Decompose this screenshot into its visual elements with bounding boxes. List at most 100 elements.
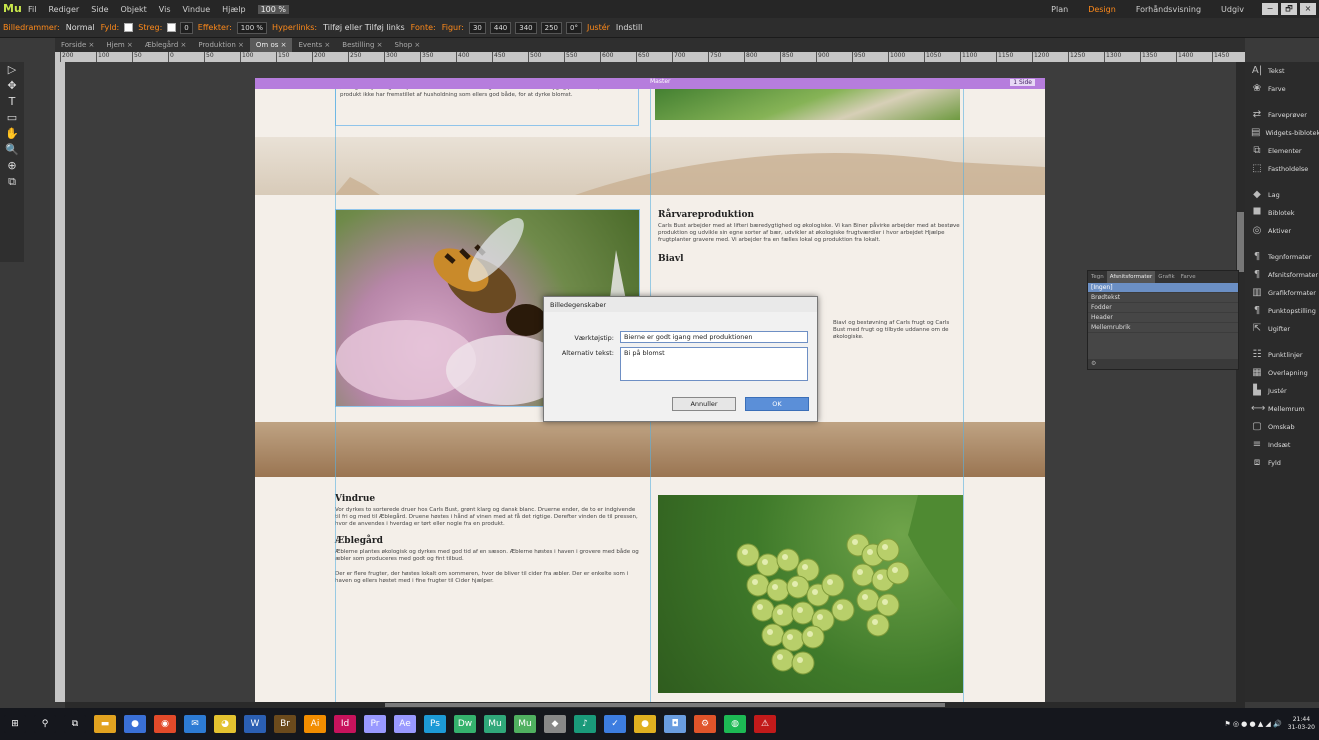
- menu-item[interactable]: Side: [85, 5, 114, 14]
- taskbar-app-icon[interactable]: ◍: [724, 715, 746, 733]
- zoom-select[interactable]: 100 %: [257, 4, 289, 14]
- tool-icon[interactable]: T: [0, 94, 24, 110]
- panel-item[interactable]: ❀ Farve: [1245, 80, 1319, 98]
- horizontal-scroll-thumb[interactable]: [385, 703, 945, 707]
- panel-item[interactable]: ≡ Indsæt: [1245, 436, 1319, 454]
- taskbar-app-icon[interactable]: ●: [634, 715, 656, 733]
- taskbar-app-icon[interactable]: ◆: [544, 715, 566, 733]
- taskbar-app-icon[interactable]: ⚲: [34, 715, 56, 733]
- taskbar-app-icon[interactable]: ⊞: [4, 715, 26, 733]
- tool-icon[interactable]: ⊕: [0, 158, 24, 174]
- mode-0[interactable]: Plan: [1041, 5, 1078, 14]
- taskbar-app-icon[interactable]: Id: [334, 715, 356, 733]
- vindrue-text-frame[interactable]: Vindrue Vor dyrkes to sorterede druer ho…: [335, 494, 640, 664]
- taskbar-app-icon[interactable]: ▬: [94, 715, 116, 733]
- doc-tab[interactable]: Om os ×: [249, 38, 293, 52]
- vertical-scrollbar[interactable]: [1236, 62, 1245, 702]
- numeric-field[interactable]: 250: [540, 21, 562, 34]
- cancel-button[interactable]: Annuller: [672, 397, 736, 411]
- taskbar-app-icon[interactable]: ◉: [154, 715, 176, 733]
- alt-text-input[interactable]: Bi på blomst: [620, 347, 808, 381]
- panel-item[interactable]: ⧉ Elementer: [1245, 142, 1319, 160]
- panel-item[interactable]: ¶ Punktopstilling: [1245, 302, 1319, 320]
- mode-2[interactable]: Forhåndsvisning: [1126, 5, 1211, 14]
- tool-icon[interactable]: ✋: [0, 126, 24, 142]
- style-row[interactable]: Fodder: [1088, 303, 1238, 313]
- numeric-field[interactable]: 440: [489, 21, 512, 34]
- mode-3[interactable]: Udgiv: [1211, 5, 1254, 14]
- color-swatch[interactable]: [167, 23, 177, 32]
- panel-item[interactable]: ⇱ Ugifter: [1245, 320, 1319, 338]
- doc-tab[interactable]: Shop ×: [389, 38, 427, 52]
- panel-item[interactable]: ¶ Tegnformater: [1245, 248, 1319, 266]
- maximize-button[interactable]: 🗗: [1281, 3, 1297, 15]
- numeric-field[interactable]: 30: [468, 21, 486, 34]
- mode-1[interactable]: Design: [1078, 5, 1126, 14]
- panel-item[interactable]: ▢ Omskab: [1245, 418, 1319, 436]
- ok-button[interactable]: OK: [745, 397, 809, 411]
- styles-tab[interactable]: Grafik: [1155, 271, 1178, 283]
- panel-item[interactable]: ▥ Grafikformater: [1245, 284, 1319, 302]
- tool-icon[interactable]: ⧉: [0, 174, 24, 190]
- grapes-image[interactable]: [658, 495, 963, 693]
- numeric-field[interactable]: 0°: [566, 21, 582, 34]
- doc-tab[interactable]: Events ×: [292, 38, 336, 52]
- tool-icon[interactable]: ✥: [0, 78, 24, 94]
- doc-tab[interactable]: Produktion ×: [192, 38, 250, 52]
- panel-item[interactable]: ⟷ Mellemrum: [1245, 400, 1319, 418]
- numeric-field[interactable]: 100 %: [236, 21, 268, 34]
- control-value[interactable]: Tilføj eller Tilføj links: [320, 23, 408, 32]
- menu-item[interactable]: Hjælp: [216, 5, 251, 14]
- doc-tab[interactable]: Forside ×: [55, 38, 100, 52]
- menu-item[interactable]: Objekt: [115, 5, 153, 14]
- taskbar-app-icon[interactable]: Dw: [454, 715, 476, 733]
- taskbar-app-icon[interactable]: ⧉: [64, 715, 86, 733]
- menu-item[interactable]: Vindue: [176, 5, 216, 14]
- control-value[interactable]: Normal: [63, 23, 98, 32]
- doc-tab[interactable]: Æblegård ×: [139, 38, 193, 52]
- taskbar-app-icon[interactable]: ✓: [604, 715, 626, 733]
- panel-item[interactable]: ▤ Widgets-biblotek: [1245, 124, 1319, 142]
- taskbar-app-icon[interactable]: ✉: [184, 715, 206, 733]
- menu-item[interactable]: Rediger: [42, 5, 85, 14]
- tool-icon[interactable]: ▭: [0, 110, 24, 126]
- clock[interactable]: 21:44 31-03-20: [1288, 716, 1315, 732]
- color-swatch[interactable]: [124, 23, 134, 32]
- taskbar-app-icon[interactable]: ●: [124, 715, 146, 733]
- taskbar-app-icon[interactable]: ◘: [664, 715, 686, 733]
- minimize-button[interactable]: −: [1262, 3, 1278, 15]
- panel-item[interactable]: ⇄ Farveprøver: [1245, 106, 1319, 124]
- panel-item[interactable]: A| Tekst: [1245, 62, 1319, 80]
- control-value[interactable]: Indstill: [613, 23, 645, 32]
- menu-item[interactable]: Vis: [153, 5, 177, 14]
- tool-icon[interactable]: 🔍: [0, 142, 24, 158]
- taskbar-app-icon[interactable]: Ai: [304, 715, 326, 733]
- panel-item[interactable]: ¶ Afsnitsformater: [1245, 266, 1319, 284]
- style-row[interactable]: [Ingen]: [1088, 283, 1238, 293]
- numeric-field[interactable]: 340: [515, 21, 537, 34]
- master-bar[interactable]: Master 1 Side: [255, 78, 1045, 89]
- taskbar-app-icon[interactable]: Mu: [484, 715, 506, 733]
- tray-icons[interactable]: ⚑ ◎ ● ● ▲ ◢ 🔊: [1224, 720, 1281, 728]
- tooltip-input[interactable]: Bierne er godt igang med produktionen: [620, 331, 808, 343]
- taskbar-app-icon[interactable]: ⚙: [694, 715, 716, 733]
- panel-item[interactable]: ▦ Overlapning: [1245, 364, 1319, 382]
- panel-item[interactable]: ⧈ Fyld: [1245, 454, 1319, 472]
- doc-tab[interactable]: Bestilling ×: [336, 38, 388, 52]
- panel-item[interactable]: ⯀ Biblotek: [1245, 204, 1319, 222]
- taskbar-app-icon[interactable]: Ps: [424, 715, 446, 733]
- numeric-field[interactable]: 0: [180, 21, 193, 34]
- styles-tab[interactable]: Afsnitsformater: [1106, 271, 1156, 283]
- taskbar-app-icon[interactable]: ⚠: [754, 715, 776, 733]
- taskbar-app-icon[interactable]: Mu: [514, 715, 536, 733]
- styles-tab[interactable]: Farve: [1178, 271, 1199, 283]
- panel-item[interactable]: ◆ Lag: [1245, 186, 1319, 204]
- doc-tab[interactable]: Hjem ×: [100, 38, 138, 52]
- styles-tab[interactable]: Tegn: [1088, 271, 1107, 283]
- panel-item[interactable]: ⬚ Fastholdelse: [1245, 160, 1319, 178]
- style-row[interactable]: Header: [1088, 313, 1238, 323]
- vertical-scroll-thumb[interactable]: [1237, 212, 1244, 272]
- taskbar-app-icon[interactable]: ♪: [574, 715, 596, 733]
- taskbar-app-icon[interactable]: Pr: [364, 715, 386, 733]
- taskbar-app-icon[interactable]: W: [244, 715, 266, 733]
